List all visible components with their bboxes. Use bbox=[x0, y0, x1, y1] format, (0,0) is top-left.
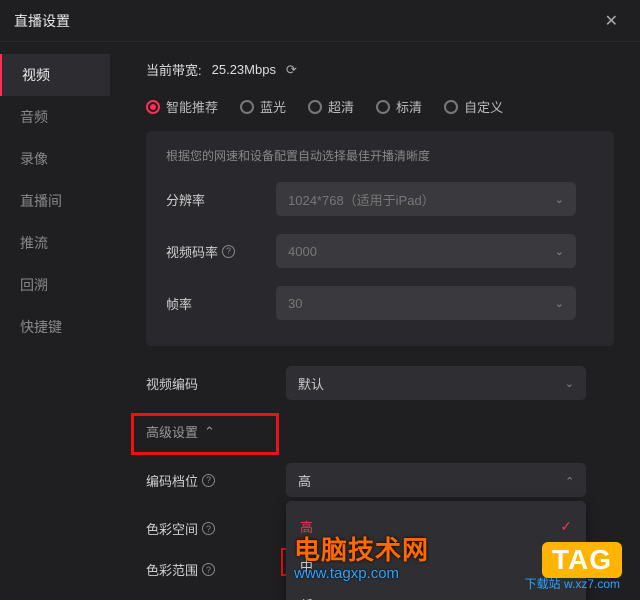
sidebar: 视频音频录像直播间推流回溯快捷键 bbox=[0, 42, 110, 600]
auto-row-0: 分辨率1024*768（适用于iPad）⌄ bbox=[166, 182, 594, 216]
sidebar-item-3[interactable]: 直播间 bbox=[0, 180, 110, 222]
quality-radio-2[interactable]: 超清 bbox=[308, 97, 354, 116]
quality-radio-0[interactable]: 智能推荐 bbox=[146, 97, 218, 116]
sidebar-item-4[interactable]: 推流 bbox=[0, 222, 110, 264]
quality-radio-1[interactable]: 蓝光 bbox=[240, 97, 286, 116]
auto-row-1: 视频码率?4000⌄ bbox=[166, 234, 594, 268]
help-icon[interactable]: ? bbox=[222, 245, 235, 258]
bandwidth-row: 当前带宽: 25.23Mbps ⟳ bbox=[146, 60, 614, 79]
quality-radio-3[interactable]: 标清 bbox=[376, 97, 422, 116]
encoding-profile-row: 编码档位 ? 高 ⌄ 高✓中低 bbox=[146, 463, 614, 497]
video-encoding-label: 视频编码 bbox=[146, 374, 286, 393]
sidebar-item-6[interactable]: 快捷键 bbox=[0, 306, 110, 348]
auto-row-2: 帧率30⌄ bbox=[166, 286, 594, 320]
video-encoding-select[interactable]: 默认 ⌄ bbox=[286, 366, 586, 400]
help-icon[interactable]: ? bbox=[202, 563, 215, 576]
video-encoding-row: 视频编码 默认 ⌄ bbox=[146, 366, 614, 400]
bandwidth-label: 当前带宽: bbox=[146, 60, 202, 79]
sidebar-item-2[interactable]: 录像 bbox=[0, 138, 110, 180]
auto-select-2[interactable]: 30⌄ bbox=[276, 286, 576, 320]
radio-icon bbox=[376, 100, 390, 114]
advanced-toggle[interactable]: 高级设置 ⌃ bbox=[146, 422, 614, 441]
chevron-up-icon: ⌃ bbox=[204, 424, 215, 440]
radio-icon bbox=[308, 100, 322, 114]
chevron-up-icon: ⌄ bbox=[565, 474, 574, 487]
help-icon[interactable]: ? bbox=[202, 474, 215, 487]
bandwidth-value: 25.23Mbps bbox=[212, 62, 276, 77]
refresh-icon[interactable]: ⟳ bbox=[286, 62, 297, 78]
auto-panel: 根据您的网速和设备配置自动选择最佳开播清晰度 分辨率1024*768（适用于iP… bbox=[146, 131, 614, 346]
sidebar-item-5[interactable]: 回溯 bbox=[0, 264, 110, 306]
encoding-profile-label: 编码档位 ? bbox=[146, 471, 286, 490]
colorrange-label: 色彩范围 ? bbox=[146, 560, 286, 579]
help-icon[interactable]: ? bbox=[202, 522, 215, 535]
settings-window: 直播设置 ✕ 视频音频录像直播间推流回溯快捷键 当前带宽: 25.23Mbps … bbox=[0, 0, 640, 600]
sidebar-item-0[interactable]: 视频 bbox=[0, 54, 110, 96]
chevron-down-icon: ⌄ bbox=[555, 297, 564, 310]
auto-select-1[interactable]: 4000⌄ bbox=[276, 234, 576, 268]
quality-radios: 智能推荐 蓝光 超清 标清 自定义 bbox=[146, 97, 614, 116]
encoding-profile-select[interactable]: 高 ⌄ bbox=[286, 463, 586, 497]
auto-desc: 根据您的网速和设备配置自动选择最佳开播清晰度 bbox=[166, 147, 594, 164]
quality-radio-4[interactable]: 自定义 bbox=[444, 97, 503, 116]
radio-icon bbox=[146, 100, 160, 114]
titlebar: 直播设置 ✕ bbox=[0, 0, 640, 42]
body: 视频音频录像直播间推流回溯快捷键 当前带宽: 25.23Mbps ⟳ 智能推荐 蓝… bbox=[0, 42, 640, 600]
chevron-down-icon: ⌄ bbox=[555, 245, 564, 258]
watermark-site: 下载站 w.xz7.com bbox=[525, 575, 620, 592]
radio-icon bbox=[444, 100, 458, 114]
check-icon: ✓ bbox=[560, 518, 572, 535]
window-title: 直播设置 bbox=[14, 11, 597, 31]
colorspace-label: 色彩空间 ? bbox=[146, 519, 286, 538]
watermark-tag: TAG bbox=[542, 542, 622, 578]
radio-icon bbox=[240, 100, 254, 114]
sidebar-item-1[interactable]: 音频 bbox=[0, 96, 110, 138]
content: 当前带宽: 25.23Mbps ⟳ 智能推荐 蓝光 超清 标清 自定义 根据您的网速和设… bbox=[110, 42, 640, 600]
close-icon[interactable]: ✕ bbox=[597, 7, 626, 35]
chevron-down-icon: ⌄ bbox=[555, 193, 564, 206]
chevron-down-icon: ⌄ bbox=[565, 377, 574, 390]
auto-select-0[interactable]: 1024*768（适用于iPad）⌄ bbox=[276, 182, 576, 216]
profile-option-0[interactable]: 高✓ bbox=[286, 507, 586, 546]
